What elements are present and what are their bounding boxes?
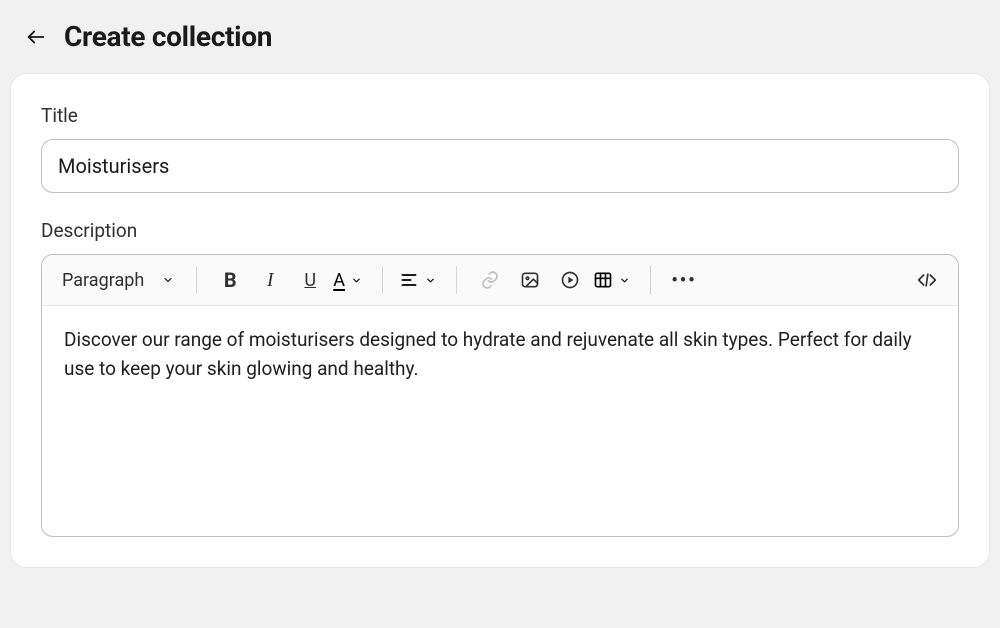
page-title: Create collection (64, 20, 272, 53)
title-input[interactable] (41, 139, 959, 193)
toolbar-divider (382, 266, 383, 294)
text-color-icon: A (333, 270, 345, 291)
code-view-button[interactable] (910, 263, 944, 297)
text-format-group: B I U A (213, 263, 366, 297)
play-circle-icon (560, 270, 580, 290)
chevron-down-icon (351, 275, 362, 286)
underline-icon: U (304, 270, 316, 291)
italic-button[interactable]: I (253, 263, 287, 297)
bold-icon: B (224, 268, 237, 292)
title-field: Title (41, 104, 959, 193)
toolbar-divider (196, 266, 197, 294)
link-button[interactable] (473, 263, 507, 297)
back-button[interactable] (24, 25, 48, 49)
chevron-down-icon (425, 275, 436, 286)
underline-button[interactable]: U (293, 263, 327, 297)
toolbar-divider (650, 266, 651, 294)
image-icon (520, 270, 540, 290)
description-label: Description (41, 219, 959, 242)
image-button[interactable] (513, 263, 547, 297)
page-header: Create collection (0, 0, 1000, 73)
ellipsis-icon: ••• (671, 270, 696, 291)
form-card: Title Description Paragraph B I U A (10, 73, 990, 568)
code-icon (917, 270, 937, 290)
toolbar-divider (456, 266, 457, 294)
chevron-down-icon (619, 275, 630, 286)
more-button[interactable]: ••• (667, 263, 701, 297)
align-left-icon (399, 270, 419, 290)
video-button[interactable] (553, 263, 587, 297)
description-textarea[interactable]: Discover our range of moisturisers desig… (42, 306, 958, 536)
editor-toolbar: Paragraph B I U A (42, 255, 958, 306)
chevron-down-icon (162, 274, 174, 286)
description-field: Description Paragraph B I U A (41, 219, 959, 537)
table-icon (593, 270, 613, 290)
italic-icon: I (267, 269, 274, 292)
link-icon (480, 270, 500, 290)
alignment-button[interactable] (399, 270, 440, 290)
insert-group (473, 263, 634, 297)
bold-button[interactable]: B (213, 263, 247, 297)
paragraph-style-select[interactable]: Paragraph (56, 266, 180, 295)
paragraph-style-label: Paragraph (62, 270, 144, 291)
rich-text-editor: Paragraph B I U A (41, 254, 959, 537)
table-button[interactable] (593, 270, 634, 290)
text-color-button[interactable]: A (333, 270, 366, 291)
title-label: Title (41, 104, 959, 127)
